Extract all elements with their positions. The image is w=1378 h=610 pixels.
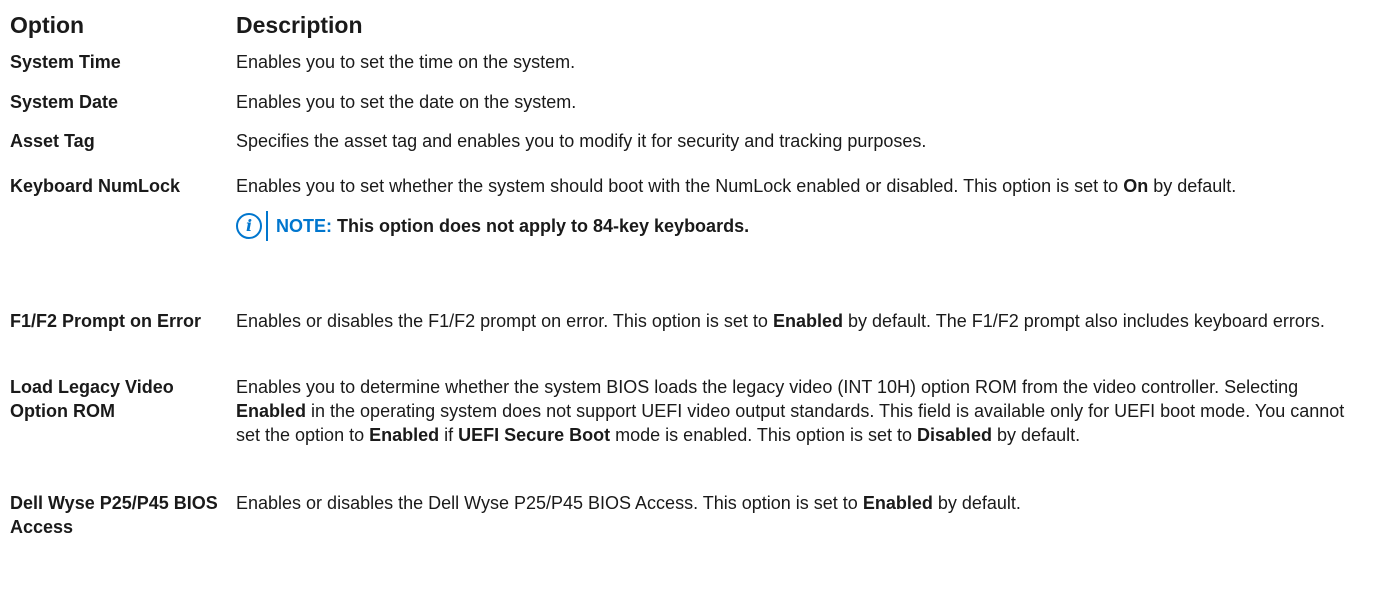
note-callout: i NOTE: This option does not apply to 84…: [236, 210, 1368, 242]
option-name: Keyboard NumLock: [10, 176, 181, 196]
option-description: Enables or disables the Dell Wyse P25/P4…: [236, 493, 1021, 513]
option-name: System Date: [10, 92, 119, 112]
option-name: System Time: [10, 52, 121, 72]
table-row: Keyboard NumLock Enables you to set whet…: [10, 174, 1378, 309]
table-row: Dell Wyse P25/P45 BIOS Access Enables or…: [10, 491, 1378, 571]
option-description: Enables you to set the date on the syste…: [236, 92, 577, 112]
header-option: Option: [10, 12, 85, 38]
table-row: Asset Tag Specifies the asset tag and en…: [10, 129, 1378, 174]
option-name: Load Legacy Video Option ROM: [10, 377, 174, 421]
table-row: Load Legacy Video Option ROM Enables you…: [10, 375, 1378, 491]
option-name: F1/F2 Prompt on Error: [10, 311, 202, 331]
table-row: F1/F2 Prompt on Error Enables or disable…: [10, 309, 1378, 375]
option-name: Dell Wyse P25/P45 BIOS Access: [10, 493, 218, 537]
option-description: Enables you to set the time on the syste…: [236, 52, 576, 72]
table-row: System Time Enables you to set the time …: [10, 50, 1378, 90]
note-text: This option does not apply to 84-key key…: [337, 216, 750, 236]
note-label: NOTE:: [276, 216, 332, 236]
bios-options-table: Option Description System Time Enables y…: [0, 0, 1378, 571]
table-header: Option Description: [10, 12, 1378, 50]
option-name: Asset Tag: [10, 131, 95, 151]
option-description: Enables or disables the F1/F2 prompt on …: [236, 311, 1325, 331]
info-icon: i: [236, 213, 262, 239]
option-description: Enables you to set whether the system sh…: [236, 174, 1378, 309]
header-description: Description: [236, 12, 363, 38]
table-row: System Date Enables you to set the date …: [10, 90, 1378, 129]
option-description: Specifies the asset tag and enables you …: [236, 131, 927, 151]
option-description-text: Enables you to set whether the system sh…: [236, 176, 1237, 196]
option-description: Enables you to determine whether the sys…: [236, 377, 1345, 445]
note-divider: [266, 211, 268, 241]
